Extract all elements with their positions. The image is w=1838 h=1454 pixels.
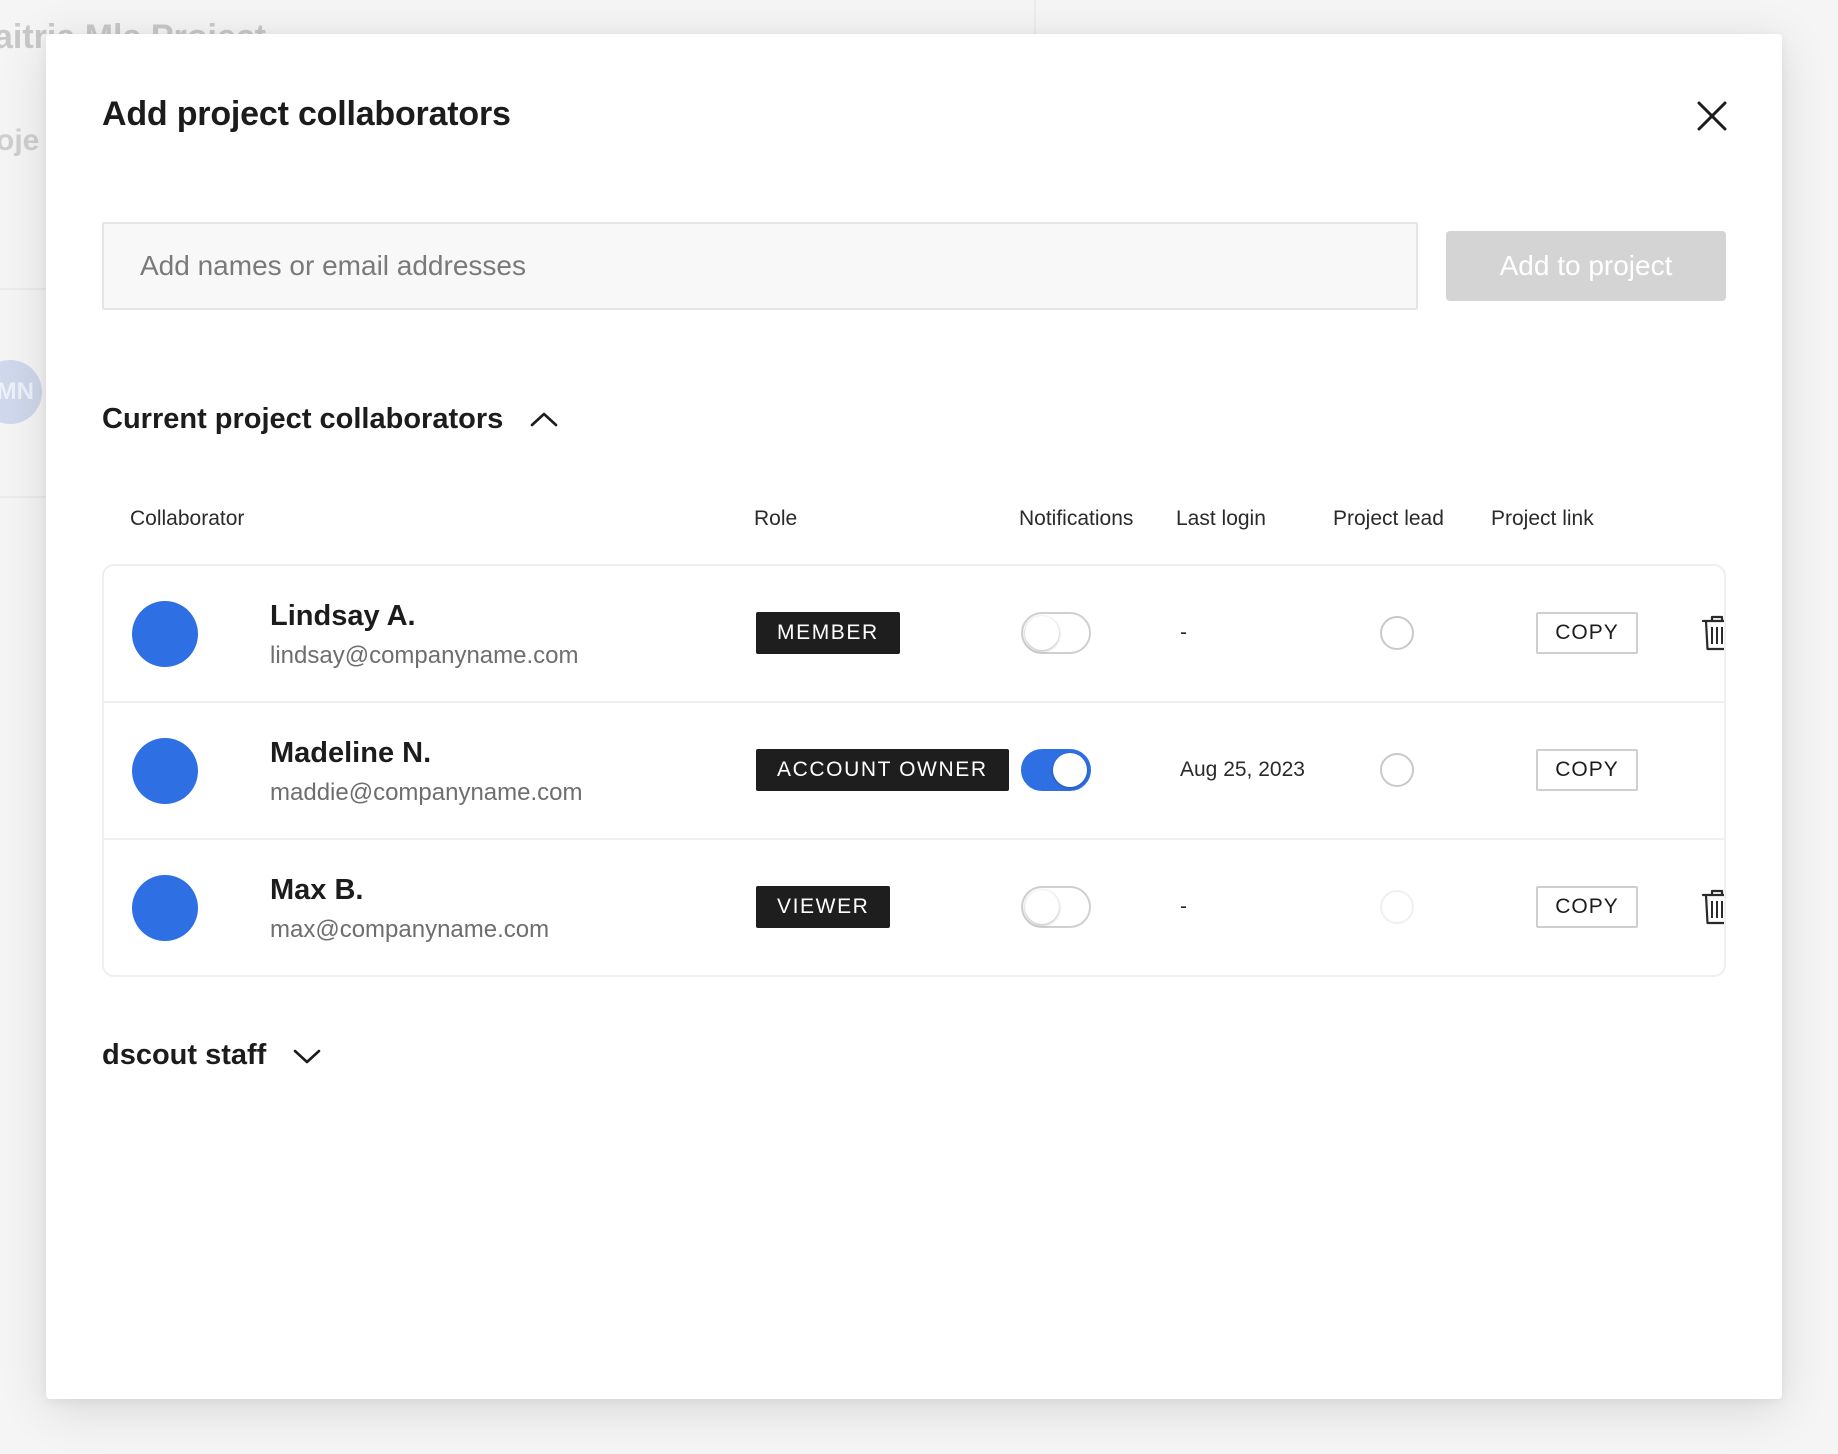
copy-link-button[interactable]: COPY [1536,886,1638,928]
role-badge: MEMBER [756,612,900,654]
close-icon [1697,101,1727,131]
collaborator-name: Lindsay A. [270,600,416,632]
role-badge: ACCOUNT OWNER [756,749,1009,791]
project-lead-radio[interactable] [1380,753,1414,787]
copy-link-button[interactable]: COPY [1536,749,1638,791]
last-login-value: - [1180,895,1187,918]
copy-link-button[interactable]: COPY [1536,612,1638,654]
dscout-staff-toggle[interactable]: dscout staff [102,1039,322,1072]
column-header-collaborator: Collaborator [130,507,245,530]
column-header-project-lead: Project lead [1333,507,1444,530]
collaborator-email: max@companyname.com [270,916,550,943]
last-login-value: - [1180,621,1187,644]
close-button[interactable] [1692,96,1732,136]
table-row: Max B. max@companyname.com VIEWER - COPY [104,840,1724,975]
notifications-toggle[interactable] [1021,749,1091,791]
notifications-toggle[interactable] [1021,612,1091,654]
current-collaborators-toggle[interactable]: Current project collaborators [102,403,559,436]
column-header-last-login: Last login [1176,507,1266,530]
chevron-up-icon [530,412,558,426]
avatar [132,738,198,804]
column-header-project-link: Project link [1491,507,1594,530]
collaborator-name: Max B. [270,874,364,906]
trash-icon [1701,615,1724,651]
delete-collaborator-button[interactable] [1700,888,1724,926]
background-divider [0,496,46,498]
table-row: Madeline N. maddie@companyname.com ACCOU… [104,703,1724,840]
project-lead-radio [1380,890,1414,924]
collaborator-email: maddie@companyname.com [270,779,583,806]
collaborator-name: Madeline N. [270,737,432,769]
background-subtitle: oje [0,124,40,157]
column-header-role: Role [754,507,798,530]
modal-title: Add project collaborators [102,95,511,133]
table-row: Lindsay A. lindsay@companyname.com MEMBE… [104,566,1724,703]
add-to-project-button[interactable]: Add to project [1446,231,1726,301]
collaborator-search-input[interactable] [102,222,1418,310]
section-title: Current project collaborators [102,403,504,435]
delete-collaborator-button[interactable] [1700,614,1724,652]
notifications-toggle[interactable] [1021,886,1091,928]
section-title: dscout staff [102,1039,267,1071]
avatar [132,601,198,667]
chevron-down-icon [294,1049,321,1063]
collaborators-table: Lindsay A. lindsay@companyname.com MEMBE… [102,564,1726,977]
collaborator-email: lindsay@companyname.com [270,642,579,669]
trash-icon [1701,889,1724,925]
project-lead-radio[interactable] [1380,616,1414,650]
toggle-knob [1053,753,1087,787]
add-collaborators-modal: Add project collaborators Add to project… [46,34,1782,1399]
background-divider [0,288,46,290]
column-header-notifications: Notifications [1019,507,1134,530]
background-avatar: MN [0,360,42,424]
avatar [132,875,198,941]
role-badge: VIEWER [756,886,891,928]
toggle-knob [1025,890,1059,924]
last-login-value: Aug 25, 2023 [1180,758,1305,781]
toggle-knob [1025,616,1059,650]
